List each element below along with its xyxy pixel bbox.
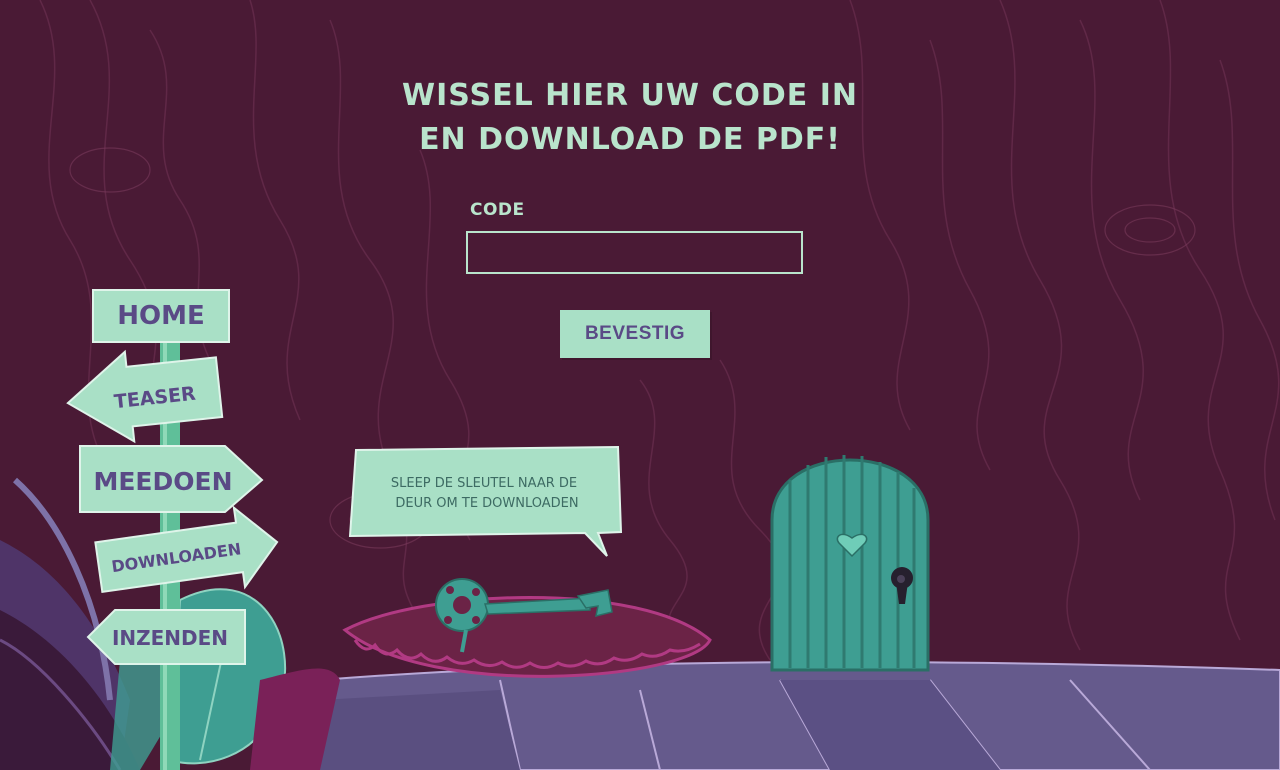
hint-bubble: SLEEP DE SLEUTEL NAAR DE DEUR OM TE DOWN… bbox=[348, 445, 623, 557]
nav-inzenden-sign[interactable]: INZENDEN bbox=[86, 609, 246, 665]
nav-teaser-sign[interactable]: TEASER bbox=[63, 342, 224, 447]
nav-home-label: HOME bbox=[117, 301, 205, 331]
floor bbox=[298, 661, 1280, 770]
hint-line-2: DEUR OM TE DOWNLOADEN bbox=[395, 496, 578, 511]
nav-downloaden-sign[interactable]: DOWNLOADEN bbox=[93, 502, 282, 606]
nav-inzenden-label: INZENDEN bbox=[112, 626, 228, 650]
scene: HOME TEASER MEEDOEN DOWNLOADEN INZENDEN … bbox=[0, 289, 1280, 770]
nav-meedoen-sign[interactable]: MEEDOEN bbox=[79, 445, 264, 513]
nav-meedoen-label: MEEDOEN bbox=[93, 467, 232, 496]
door-icon[interactable] bbox=[770, 455, 930, 672]
nav-home-sign[interactable]: HOME bbox=[92, 289, 230, 343]
hint-line-1: SLEEP DE SLEUTEL NAAR DE bbox=[391, 476, 577, 491]
